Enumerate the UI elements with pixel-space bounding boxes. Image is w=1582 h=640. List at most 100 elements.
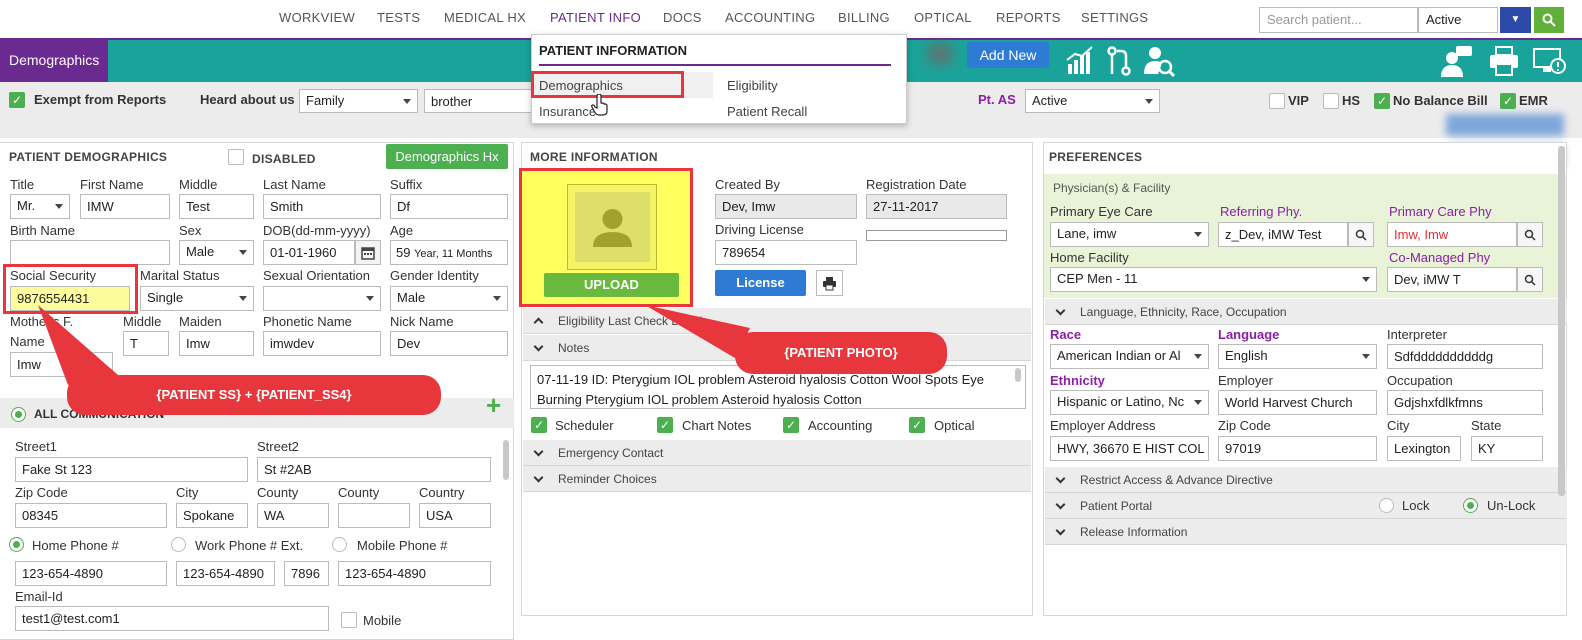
street2-input[interactable]: St #2AB xyxy=(257,457,491,482)
monitor-alert-icon[interactable] xyxy=(1532,44,1566,78)
referring-input[interactable]: z_Dev, iMW Test xyxy=(1218,222,1348,247)
demographics-hx-button[interactable]: Demographics Hx xyxy=(386,144,508,169)
ethnicity-select[interactable]: Hispanic or Latino, Nc xyxy=(1050,390,1209,415)
status-dropdown-button[interactable]: ▼ xyxy=(1500,7,1531,33)
printer-icon[interactable] xyxy=(1487,44,1521,78)
language-accordion[interactable]: Language, Ethnicity, Race, Occupation xyxy=(1045,299,1567,325)
nav-optical[interactable]: OPTICAL xyxy=(914,10,972,25)
pref-zip-input[interactable]: 97019 xyxy=(1218,436,1377,461)
preferences-scrollbar[interactable] xyxy=(1558,146,1565,496)
work-phone-input[interactable]: 123-654-4890 xyxy=(176,561,275,586)
release-accordion[interactable]: Release Information xyxy=(1045,519,1567,545)
heard-select[interactable]: Family xyxy=(299,89,418,113)
state-input[interactable]: KY xyxy=(1471,436,1543,461)
comanaged-input[interactable]: Dev, iMW T xyxy=(1387,267,1517,292)
title-select[interactable]: Mr. xyxy=(10,194,70,219)
emr-checkbox[interactable]: ✓ xyxy=(1500,93,1516,109)
home-phone-radio[interactable] xyxy=(9,537,24,552)
menu-item-patient-recall[interactable]: Patient Recall xyxy=(727,104,807,119)
license-button[interactable]: License xyxy=(715,270,806,296)
interpreter-input[interactable]: Sdfddddddddddg xyxy=(1387,344,1543,369)
nick-input[interactable]: Dev xyxy=(390,331,508,356)
first-name-input[interactable]: IMW xyxy=(80,194,170,219)
orientation-select[interactable] xyxy=(263,286,381,311)
notes-scrollbar[interactable] xyxy=(1015,368,1021,382)
work-phone-radio[interactable] xyxy=(171,537,186,552)
zip-input[interactable]: 08345 xyxy=(15,503,167,528)
user-chat-icon[interactable] xyxy=(1440,44,1474,78)
pt-as-select[interactable]: Active xyxy=(1025,89,1160,113)
scheduler-checkbox[interactable]: ✓ xyxy=(531,417,547,433)
gender-select[interactable]: Male xyxy=(390,286,508,311)
mobile-phone-radio[interactable] xyxy=(332,537,347,552)
nav-docs[interactable]: DOCS xyxy=(663,10,702,25)
menu-item-eligibility[interactable]: Eligibility xyxy=(727,78,778,93)
restrict-accordion[interactable]: Restrict Access & Advance Directive xyxy=(1045,467,1567,493)
add-icon[interactable]: + xyxy=(486,390,501,421)
maiden-input[interactable]: Imw xyxy=(179,331,254,356)
patient-search-input[interactable]: Search patient... xyxy=(1259,7,1418,33)
nav-patient-info[interactable]: PATIENT INFO xyxy=(550,10,641,25)
marital-select[interactable]: Single xyxy=(140,286,254,311)
lock-radio[interactable] xyxy=(1379,498,1394,513)
mobile-checkbox[interactable] xyxy=(341,612,357,628)
nav-accounting[interactable]: ACCOUNTING xyxy=(725,10,815,25)
search-go-button[interactable] xyxy=(1534,7,1564,33)
phonetic-input[interactable]: imwdev xyxy=(263,331,381,356)
nav-medical-hx[interactable]: MEDICAL HX xyxy=(444,10,526,25)
emergency-accordion[interactable]: Emergency Contact xyxy=(523,440,1031,466)
middle-input[interactable]: Test xyxy=(179,194,254,219)
mother-middle-input[interactable]: T xyxy=(123,331,169,356)
comanaged-search-button[interactable] xyxy=(1517,267,1543,292)
last-name-input[interactable]: Smith xyxy=(263,194,381,219)
primary-eye-select[interactable]: Lane, imw xyxy=(1050,222,1209,247)
city-input[interactable]: Spokane xyxy=(176,503,248,528)
race-select[interactable]: American Indian or Al xyxy=(1050,344,1209,369)
add-new-button[interactable]: Add New xyxy=(967,42,1049,68)
county-input[interactable]: WA xyxy=(257,503,329,528)
bar-chart-icon[interactable] xyxy=(1063,44,1097,78)
user-search-icon[interactable] xyxy=(1142,44,1176,78)
dob-input[interactable]: 01-01-1960 xyxy=(263,240,355,265)
license-print-button[interactable] xyxy=(816,270,843,296)
reminder-accordion[interactable]: Reminder Choices xyxy=(523,466,1031,492)
nav-settings[interactable]: SETTINGS xyxy=(1081,10,1148,25)
nav-workview[interactable]: WORKVIEW xyxy=(279,10,355,25)
emp-address-input[interactable]: HWY, 36670 E HIST COL xyxy=(1050,436,1209,461)
employer-input[interactable]: World Harvest Church xyxy=(1218,390,1377,415)
language-select[interactable]: English xyxy=(1218,344,1377,369)
chart-notes-checkbox[interactable]: ✓ xyxy=(657,417,673,433)
patient-status-select[interactable]: Active xyxy=(1418,7,1498,33)
all-communication-radio[interactable] xyxy=(11,407,26,422)
unlock-radio[interactable] xyxy=(1463,498,1478,513)
pref-city-input[interactable]: Lexington xyxy=(1387,436,1461,461)
accounting-checkbox[interactable]: ✓ xyxy=(783,417,799,433)
home-facility-select[interactable]: CEP Men - 11 xyxy=(1050,267,1377,292)
hs-checkbox[interactable] xyxy=(1323,93,1339,109)
heard-detail-input[interactable]: brother xyxy=(424,89,532,113)
county2-input[interactable] xyxy=(338,503,410,528)
country-input[interactable]: USA xyxy=(419,503,491,528)
vip-checkbox[interactable] xyxy=(1269,93,1285,109)
street1-input[interactable]: Fake St 123 xyxy=(15,457,248,482)
referring-search-button[interactable] xyxy=(1348,222,1374,247)
email-input[interactable]: test1@test.com1 xyxy=(15,606,329,631)
eligibility-accordion[interactable]: Eligibility Last Check Detail xyxy=(523,308,1031,334)
compare-icon[interactable] xyxy=(1102,44,1136,78)
nav-tests[interactable]: TESTS xyxy=(377,10,420,25)
exempt-checkbox[interactable]: ✓ xyxy=(9,92,25,108)
sex-select[interactable]: Male xyxy=(179,240,254,265)
nav-billing[interactable]: BILLING xyxy=(838,10,890,25)
tab-demographics[interactable]: Demographics xyxy=(0,38,108,82)
suffix-input[interactable]: Df xyxy=(390,194,508,219)
license-input[interactable]: 789654 xyxy=(715,240,857,265)
primary-care-input[interactable]: Imw, Imw xyxy=(1387,222,1517,247)
home-phone-input[interactable]: 123-654-4890 xyxy=(15,561,167,586)
optical-checkbox[interactable]: ✓ xyxy=(909,417,925,433)
birth-name-input[interactable] xyxy=(10,240,170,265)
disabled-checkbox[interactable] xyxy=(228,149,244,165)
calendar-button[interactable] xyxy=(355,240,381,265)
nav-reports[interactable]: REPORTS xyxy=(996,10,1061,25)
mobile-phone-input[interactable]: 123-654-4890 xyxy=(338,561,491,586)
menu-item-insurance[interactable]: Insurance xyxy=(539,104,596,119)
